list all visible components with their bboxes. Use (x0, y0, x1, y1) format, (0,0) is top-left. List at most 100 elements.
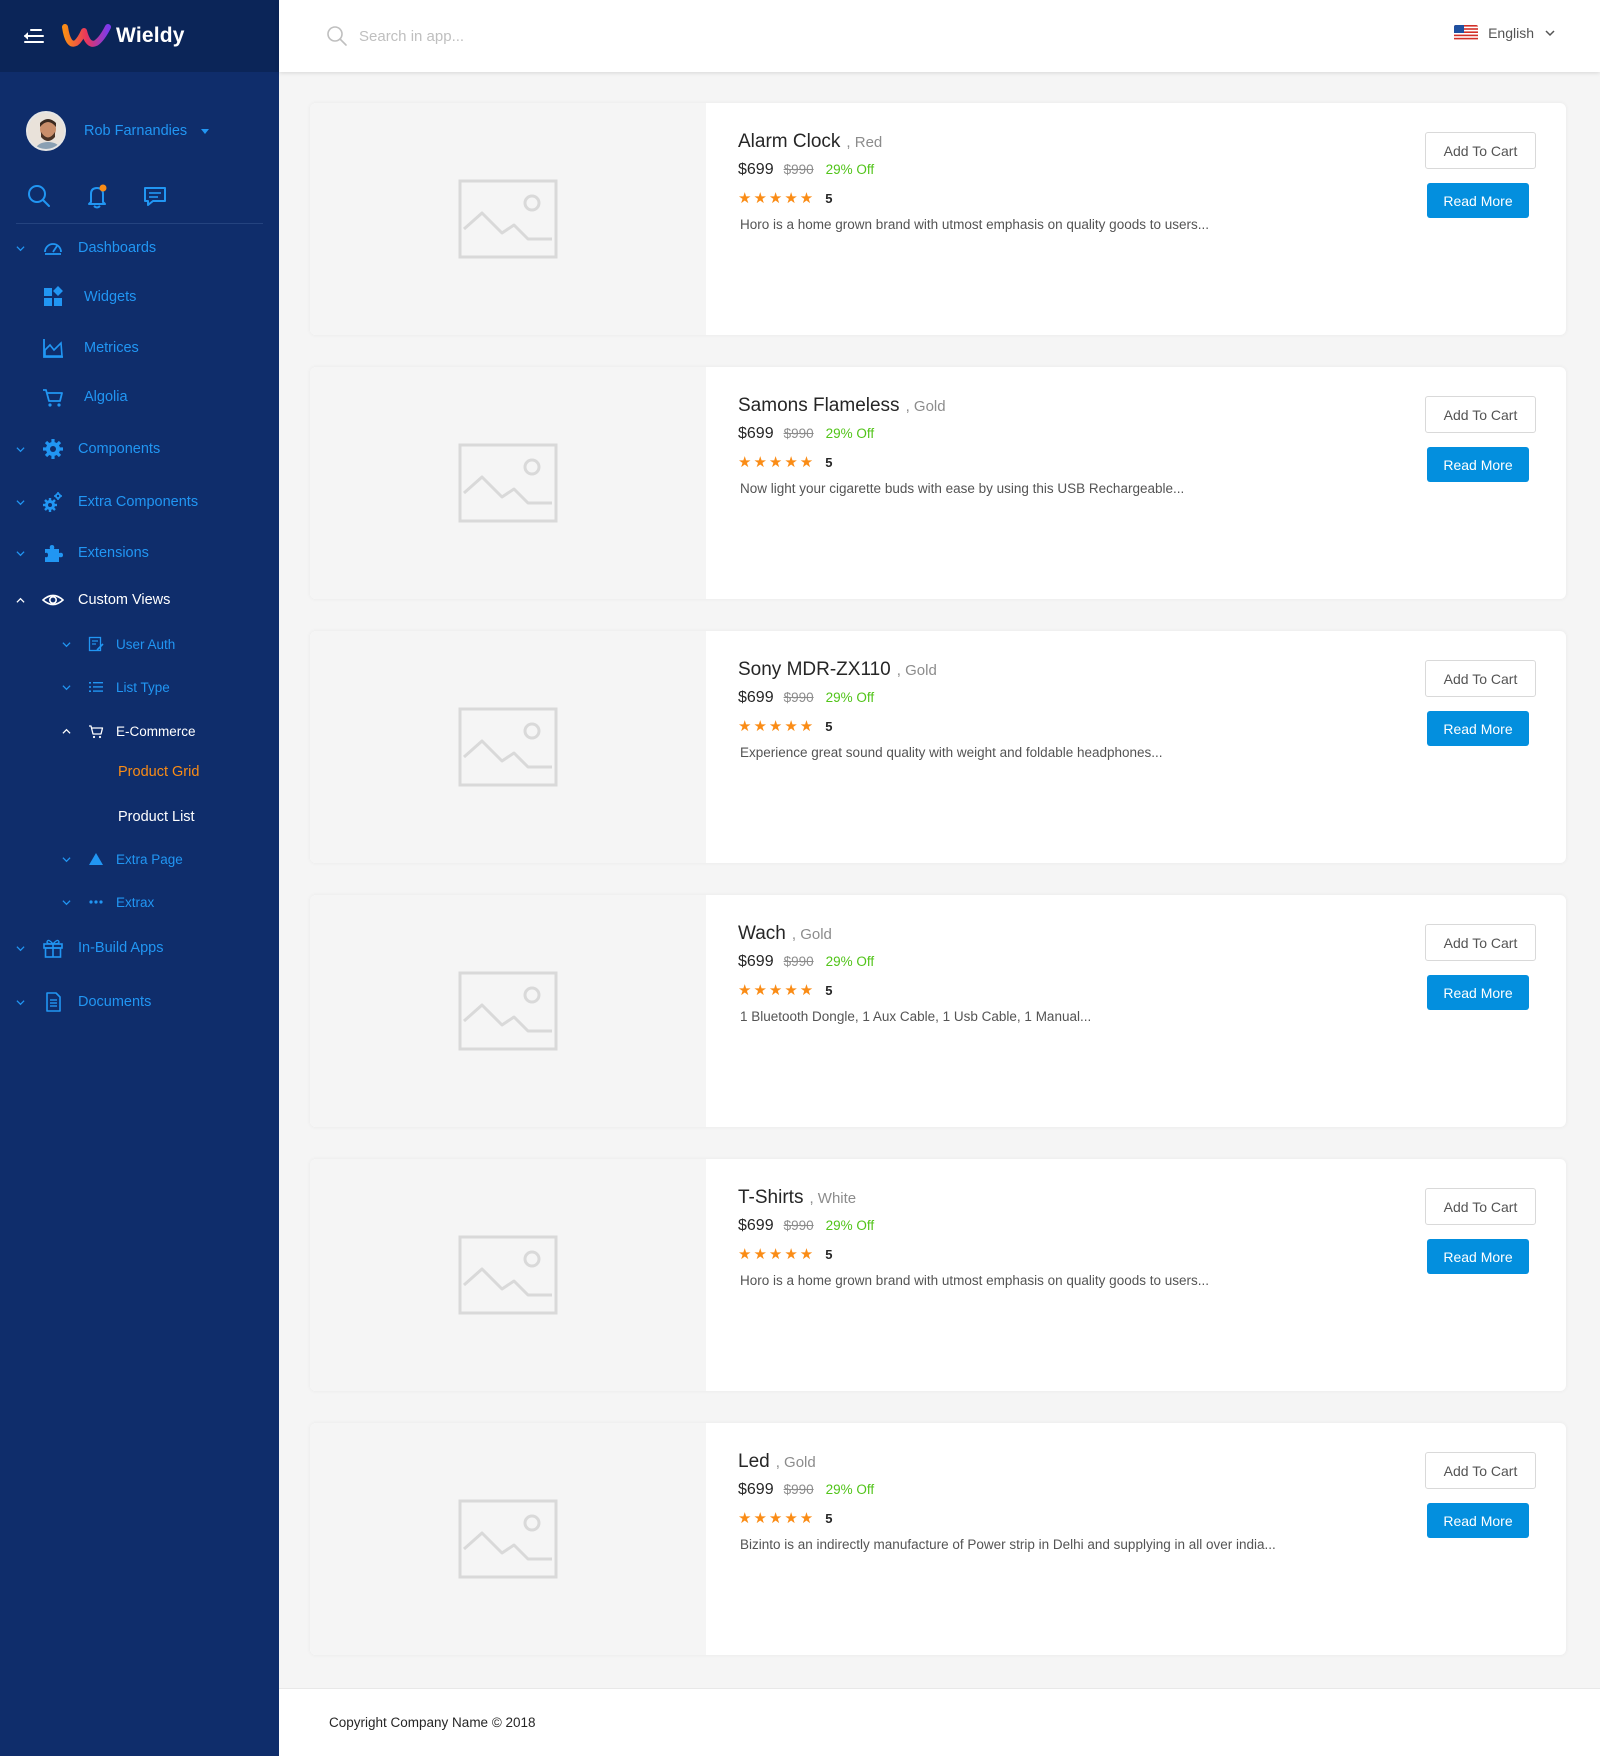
sidebar-item-extra-page[interactable]: Extra Page (0, 845, 279, 873)
product-title[interactable]: Alarm Clock (738, 131, 840, 153)
product-card: Led , Gold $699 $990 29% Off ★★★★★ 5 Biz… (310, 1423, 1566, 1655)
sidebar-item-label: Components (78, 441, 161, 457)
footer: Copyright Company Name © 2018 (279, 1688, 1600, 1756)
sidebar-item-label: List Type (116, 679, 170, 695)
sidebar-item-custom-views[interactable]: Custom Views (0, 585, 279, 615)
chevron-down-icon (62, 856, 71, 862)
chevron-down-icon (16, 245, 25, 251)
product-card: Alarm Clock , Red $699 $990 29% Off ★★★★… (310, 103, 1566, 335)
sidebar: Wieldy Rob Farnandies Dashboards Widgets… (0, 0, 279, 1756)
product-old-price: $990 (783, 1218, 814, 1233)
sidebar-item-documents[interactable]: Documents (0, 987, 279, 1017)
sidebar-item-list-type[interactable]: List Type (0, 673, 279, 701)
product-title[interactable]: T-Shirts (738, 1187, 803, 1209)
sidebar-item-product-grid[interactable]: Product Grid (0, 758, 279, 786)
eye-icon (42, 589, 64, 611)
product-image-placeholder[interactable] (310, 1423, 706, 1655)
chevron-down-icon (16, 499, 25, 505)
product-details: Led , Gold $699 $990 29% Off ★★★★★ 5 Biz… (738, 1451, 1378, 1552)
product-title[interactable]: Sony MDR-ZX110 (738, 659, 891, 681)
sidebar-item-user-auth[interactable]: User Auth (0, 630, 279, 658)
sidebar-item-label: Product List (118, 809, 195, 825)
product-title[interactable]: Wach (738, 923, 786, 945)
chevron-up-icon (62, 728, 71, 734)
add-to-cart-button[interactable]: Add To Cart (1425, 132, 1536, 169)
sidebar-item-ecommerce[interactable]: E-Commerce (0, 717, 279, 745)
product-image-placeholder[interactable] (310, 895, 706, 1127)
star-rating-icon: ★★★★★ (738, 1510, 816, 1527)
product-price: $699 (738, 425, 774, 442)
product-card: Samons Flameless , Gold $699 $990 29% Of… (310, 367, 1566, 599)
image-placeholder-icon (458, 179, 558, 259)
product-discount: 29% Off (825, 426, 875, 441)
chevron-down-icon (16, 945, 25, 951)
top-header: English (279, 0, 1600, 72)
dashboard-icon (42, 237, 64, 259)
product-image-placeholder[interactable] (310, 1159, 706, 1391)
language-selector[interactable]: English (1454, 25, 1556, 41)
sidebar-item-extra-components[interactable]: Extra Components (0, 487, 279, 517)
copyright-text: Copyright Company Name © 2018 (329, 1715, 536, 1730)
product-title[interactable]: Led (738, 1451, 770, 1473)
messages-icon[interactable] (140, 181, 170, 211)
product-image-placeholder[interactable] (310, 103, 706, 335)
sidebar-item-components[interactable]: Components (0, 434, 279, 464)
gift-icon (42, 937, 64, 959)
sidebar-item-extrax[interactable]: Extrax (0, 888, 279, 916)
user-profile[interactable]: Rob Farnandies (0, 72, 279, 168)
menu-toggle-icon[interactable] (24, 28, 44, 44)
read-more-button[interactable]: Read More (1427, 447, 1529, 482)
caret-down-icon[interactable] (201, 128, 210, 134)
search-input[interactable] (359, 27, 659, 45)
chevron-down-icon (62, 899, 71, 905)
read-more-button[interactable]: Read More (1427, 975, 1529, 1010)
product-variant: , White (809, 1190, 857, 1207)
user-name[interactable]: Rob Farnandies (84, 123, 187, 139)
sidebar-item-product-list[interactable]: Product List (0, 803, 279, 831)
chevron-down-icon (16, 550, 25, 556)
sidebar-item-metrices[interactable]: Metrices (0, 333, 279, 363)
chevron-down-icon (16, 999, 25, 1005)
add-to-cart-button[interactable]: Add To Cart (1425, 660, 1536, 697)
sidebar-item-algolia[interactable]: Algolia (0, 382, 279, 412)
read-more-button[interactable]: Read More (1427, 711, 1529, 746)
product-description: Horo is a home grown brand with utmost e… (740, 1273, 1209, 1288)
read-more-button[interactable]: Read More (1427, 183, 1529, 218)
sidebar-item-dashboards[interactable]: Dashboards (0, 233, 279, 263)
add-to-cart-button[interactable]: Add To Cart (1425, 1452, 1536, 1489)
product-rating: ★★★★★ 5 (738, 717, 1378, 735)
cart-icon (42, 386, 64, 408)
read-more-button[interactable]: Read More (1427, 1239, 1529, 1274)
sidebar-item-label: Dashboards (78, 240, 157, 256)
search-icon (327, 26, 347, 46)
product-variant: , Red (846, 134, 883, 151)
product-rating: ★★★★★ 5 (738, 981, 1378, 999)
product-details: Alarm Clock , Red $699 $990 29% Off ★★★★… (738, 131, 1378, 232)
notification-bell-icon[interactable] (82, 181, 112, 211)
star-rating-icon: ★★★★★ (738, 718, 816, 735)
product-image-placeholder[interactable] (310, 367, 706, 599)
gear-icon (42, 438, 64, 460)
logo-icon (62, 24, 111, 47)
product-image-placeholder[interactable] (310, 631, 706, 863)
rating-value: 5 (825, 190, 833, 206)
avatar[interactable] (26, 111, 66, 151)
language-label: English (1488, 25, 1534, 41)
search-bar[interactable] (325, 24, 659, 48)
sidebar-item-widgets[interactable]: Widgets (0, 282, 279, 312)
add-to-cart-button[interactable]: Add To Cart (1425, 396, 1536, 433)
image-placeholder-icon (458, 971, 558, 1051)
sidebar-item-extensions[interactable]: Extensions (0, 538, 279, 568)
product-card: T-Shirts , White $699 $990 29% Off ★★★★★… (310, 1159, 1566, 1391)
sidebar-item-label: Algolia (84, 389, 128, 405)
logo[interactable]: Wieldy (62, 23, 185, 49)
ellipsis-icon (88, 894, 104, 910)
search-icon[interactable] (24, 181, 54, 211)
product-title[interactable]: Samons Flameless (738, 395, 900, 417)
rating-value: 5 (825, 1246, 833, 1262)
read-more-button[interactable]: Read More (1427, 1503, 1529, 1538)
product-card: Wach , Gold $699 $990 29% Off ★★★★★ 5 1 … (310, 895, 1566, 1127)
add-to-cart-button[interactable]: Add To Cart (1425, 1188, 1536, 1225)
sidebar-item-in-build-apps[interactable]: In-Build Apps (0, 933, 279, 963)
add-to-cart-button[interactable]: Add To Cart (1425, 924, 1536, 961)
